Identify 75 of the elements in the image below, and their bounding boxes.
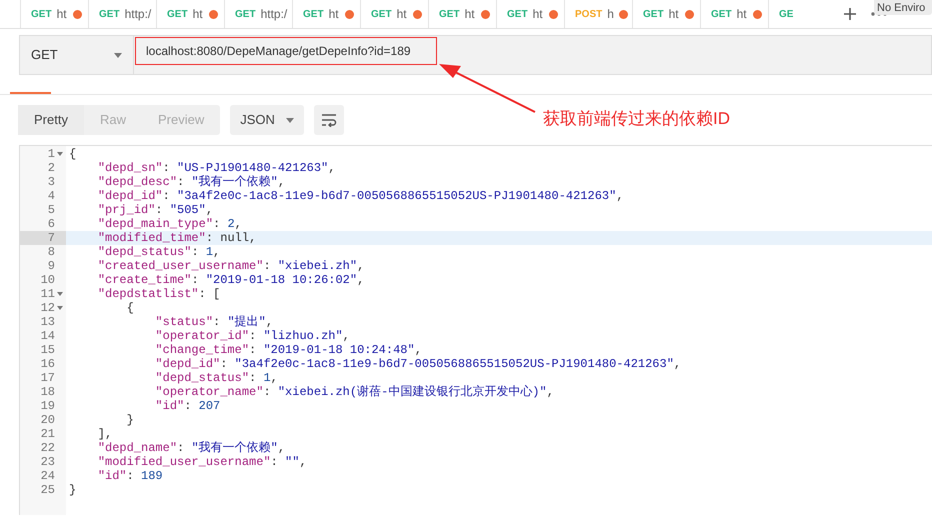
view-tab[interactable]: Pretty — [18, 105, 84, 135]
code-line: "depd_desc": "我有一个依赖", — [96, 175, 286, 189]
plus-icon — [844, 8, 856, 20]
fold-caret-icon[interactable] — [56, 152, 62, 156]
request-tab[interactable]: GET ht — [360, 0, 428, 28]
method-dropdown[interactable]: GET — [20, 36, 134, 74]
request-tab[interactable]: GET ht — [20, 0, 88, 28]
code-line: "modified_time": null, — [96, 231, 256, 245]
request-tab[interactable]: GET ht — [156, 0, 224, 28]
line-number: 7 — [48, 231, 55, 245]
code-line: } — [68, 483, 76, 497]
line-number: 14 — [40, 329, 55, 343]
code-line: "depd_sn": "US-PJ1901480-421263", — [96, 161, 336, 175]
code-line: "change_time": "2019-01-18 10:24:48", — [154, 343, 422, 357]
code-line: "depd_status": 1, — [154, 371, 278, 385]
line-number: 3 — [48, 175, 55, 189]
request-tab[interactable]: GET http:/ — [88, 0, 156, 28]
code-line: "prj_id": "505", — [96, 203, 214, 217]
fold-caret-icon[interactable] — [56, 306, 62, 310]
line-number: 10 — [40, 273, 55, 287]
code-line: "create_time": "2019-01-18 10:26:02", — [96, 273, 364, 287]
line-number: 19 — [40, 399, 55, 413]
code-line: "created_user_username": "xiebei.zh", — [96, 259, 364, 273]
code-line: } — [126, 413, 134, 427]
caret-icon — [114, 52, 122, 58]
line-number: 25 — [40, 483, 55, 497]
code-line: { — [68, 147, 76, 161]
fold-caret-icon[interactable] — [56, 292, 62, 296]
code-line: "depdstatlist": [ — [96, 287, 220, 301]
environment-dropdown[interactable]: No Enviro — [874, 0, 932, 15]
code-line: "modified_user_username": "", — [96, 455, 307, 469]
line-number: 6 — [48, 217, 55, 231]
line-number: 8 — [48, 245, 55, 259]
request-tab[interactable]: GET ht — [632, 0, 700, 28]
code-line: "depd_id": "3a4f2e0c-1ac8-11e9-b6d7-0050568865515052US-PJ1901480-421263", — [154, 357, 682, 371]
line-number: 11 — [40, 287, 55, 301]
code-line: "depd_main_type": 2, — [96, 217, 242, 231]
line-number: 23 — [40, 455, 55, 469]
wrap-button[interactable] — [314, 105, 344, 135]
request-tab[interactable]: GET ht — [428, 0, 496, 28]
line-number: 15 — [40, 343, 55, 357]
line-number: 5 — [48, 203, 55, 217]
line-number: 22 — [40, 441, 55, 455]
code-line: "depd_id": "3a4f2e0c-1ac8-11e9-b6d7-0050568865515052US-PJ1901480-421263", — [96, 189, 624, 203]
line-number: 2 — [48, 161, 55, 175]
request-tab[interactable]: GET http:/ — [224, 0, 292, 28]
line-number: 21 — [40, 427, 55, 441]
code-line: "depd_status": 1, — [96, 245, 220, 259]
request-tab[interactable]: GET ht — [496, 0, 564, 28]
line-number: 9 — [48, 259, 55, 273]
caret-icon — [286, 118, 294, 122]
code-line: "operator_name": "xiebei.zh(谢蓓-中国建设银行北京开发中心)", — [154, 385, 554, 399]
line-number: 16 — [40, 357, 55, 371]
line-number: 24 — [40, 469, 55, 483]
code-line: { — [126, 301, 134, 315]
code-line: "id": 189 — [96, 469, 163, 483]
format-dropdown[interactable]: JSON — [230, 105, 304, 135]
wrap-lines-icon — [321, 113, 338, 127]
annotation-text: 获取前端传过来的依赖ID — [543, 108, 730, 130]
line-number: 1 — [48, 147, 55, 161]
code-line: "status": "提出", — [154, 315, 274, 329]
url-field[interactable]: localhost:8080/DepeManage/getDepeInfo?id=189 — [135, 36, 437, 64]
line-number: 18 — [40, 385, 55, 399]
code-line: "id": 207 — [154, 399, 220, 413]
line-number: 20 — [40, 413, 55, 427]
request-tab[interactable]: GET ht — [700, 0, 768, 28]
line-number: 17 — [40, 371, 55, 385]
line-number: 13 — [40, 315, 55, 329]
request-tab[interactable]: POST h — [564, 0, 632, 28]
request-tab[interactable]: GET ht — [292, 0, 360, 28]
code-line: "depd_name": "我有一个依赖", — [96, 441, 286, 455]
code-line: ], — [96, 427, 112, 441]
line-number: 4 — [48, 189, 55, 203]
line-number: 12 — [40, 301, 55, 315]
code-line: "operator_id": "lizhuo.zh", — [154, 329, 350, 343]
